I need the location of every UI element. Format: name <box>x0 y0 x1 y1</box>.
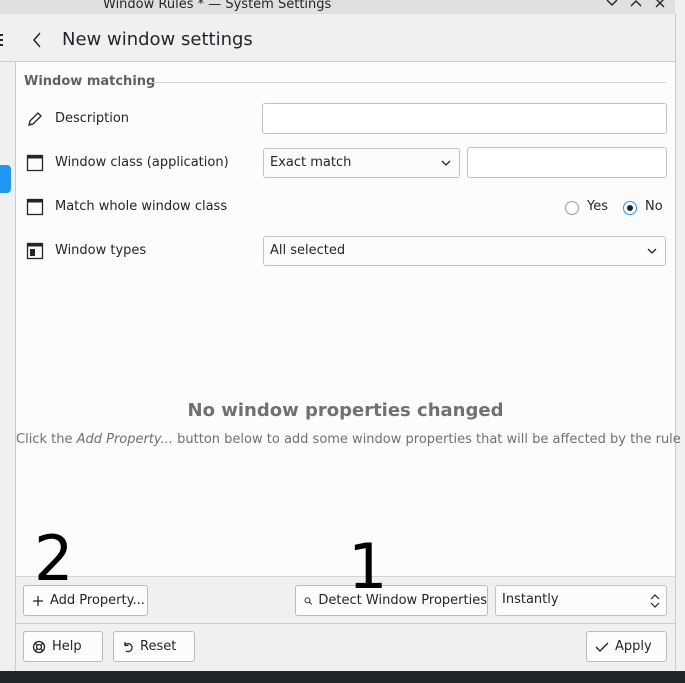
sidebar-edge <box>0 62 16 671</box>
radio-no-label: No <box>645 199 663 214</box>
undo-icon <box>124 641 133 652</box>
chevron-down-icon <box>647 248 657 254</box>
pencil-icon <box>26 110 44 128</box>
sidebar-selection-indicator <box>0 165 11 193</box>
annotation-number: 1 <box>348 530 388 603</box>
match-whole-class-label: Match whole window class <box>55 199 228 214</box>
search-icon <box>304 596 313 605</box>
divider <box>150 82 666 83</box>
description-field[interactable] <box>262 103 667 134</box>
window-right-border <box>675 0 685 683</box>
back-button[interactable] <box>28 28 46 52</box>
annotation-number: 2 <box>34 522 74 595</box>
content-area <box>16 62 675 576</box>
description-label: Description <box>55 111 130 126</box>
window-icon <box>26 154 44 172</box>
chevron-down-icon <box>606 0 618 6</box>
menu-icon[interactable] <box>0 28 4 52</box>
chevron-up-icon <box>630 0 642 7</box>
window-types-select[interactable]: All selected <box>263 236 666 266</box>
chevron-down-icon <box>441 160 451 166</box>
empty-state-title: No window properties changed <box>187 400 504 421</box>
radio-yes[interactable] <box>565 201 579 215</box>
minimize-button[interactable] <box>604 0 620 13</box>
close-icon <box>655 0 665 8</box>
detect-window-properties-button[interactable]: Detect Window Properties <box>295 585 488 616</box>
close-button[interactable] <box>652 0 668 13</box>
window-class-field[interactable] <box>467 147 667 178</box>
window-class-label: Window class (application) <box>55 155 229 170</box>
section-heading: Window matching <box>24 74 156 89</box>
spin-arrows-icon[interactable] <box>650 591 660 611</box>
help-button[interactable]: Help <box>23 631 103 662</box>
reset-button[interactable]: Reset <box>113 631 195 662</box>
window-types-label: Window types <box>55 243 147 258</box>
window-icon <box>26 198 44 216</box>
maximize-button[interactable] <box>628 0 644 13</box>
page-title: New window settings <box>62 29 253 50</box>
empty-state-description: Click the Add Property... button below t… <box>16 432 681 447</box>
window-types-icon <box>26 242 44 260</box>
radio-no[interactable] <box>623 201 637 215</box>
radio-yes-label: Yes <box>587 199 608 214</box>
chevron-left-icon <box>33 32 41 48</box>
apply-button[interactable]: Apply <box>586 631 667 662</box>
lifebuoy-icon <box>32 640 46 653</box>
divider <box>675 14 676 670</box>
window-class-match-select[interactable]: Exact match <box>263 148 460 178</box>
plus-icon <box>33 595 43 606</box>
detection-delay-spinbox[interactable]: Instantly <box>495 585 667 616</box>
window-title: Window Rules * — System Settings <box>103 0 332 12</box>
screen-edge <box>0 671 685 683</box>
checkmark-icon <box>595 642 609 652</box>
